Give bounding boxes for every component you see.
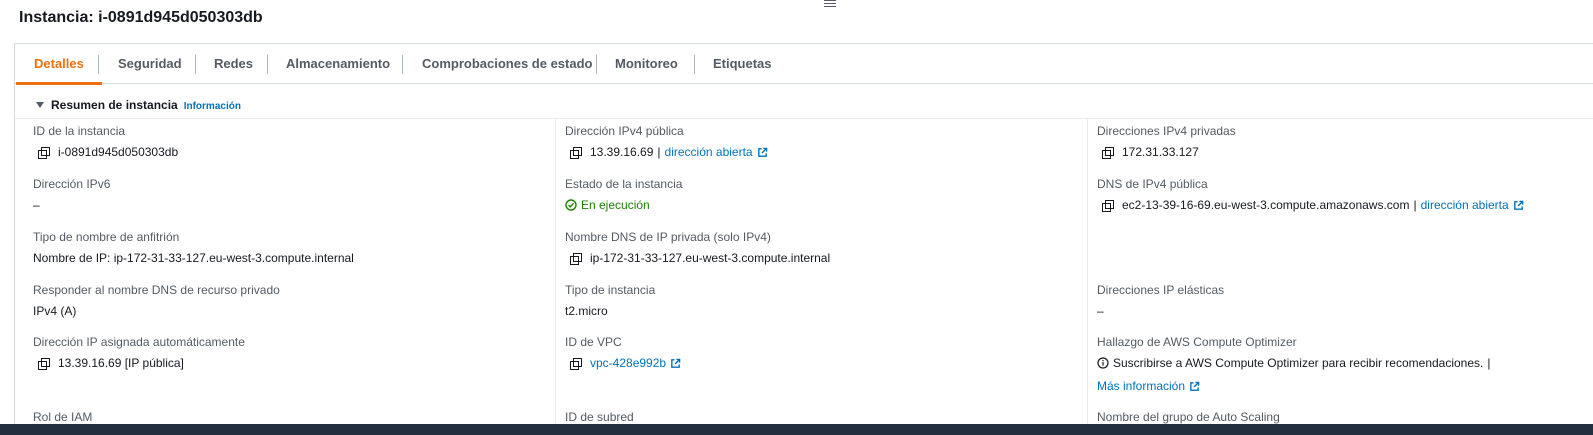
bottom-bar	[0, 424, 1593, 435]
tab-divider	[98, 55, 99, 74]
field-label: Dirección IPv6	[33, 177, 111, 191]
field-label: ID de la instancia	[33, 124, 126, 138]
section-divider	[15, 118, 1593, 119]
field-value: ec2-13-39-16-69.eu-west-3.compute.amazon…	[1097, 198, 1524, 212]
field-label: Tipo de instancia	[565, 283, 656, 297]
field-label: Tipo de nombre de anfitrión	[33, 230, 180, 244]
copy-icon[interactable]	[570, 357, 582, 370]
resource-dns-value: IPv4 (A)	[33, 304, 77, 318]
field-label: Responder al nombre DNS de recurso priva…	[33, 283, 280, 297]
external-link-icon[interactable]	[1189, 381, 1200, 392]
copy-icon[interactable]	[570, 146, 582, 159]
summary-header[interactable]: Resumen de instancia Información	[36, 98, 241, 116]
field-hostname-type: Tipo de nombre de anfitrión Nombre de IP…	[33, 230, 354, 265]
field-ipv6: Dirección IPv6 –	[33, 177, 110, 212]
field-instance-type: Tipo de instancia t2.micro	[565, 283, 655, 318]
field-label: Dirección IP asignada automáticamente	[33, 335, 245, 349]
copy-icon[interactable]	[1102, 146, 1114, 159]
field-label: Nombre del grupo de Auto Scaling	[1097, 410, 1280, 424]
separator: |	[1413, 198, 1417, 212]
field-asg-name: Nombre del grupo de Auto Scaling	[1097, 410, 1280, 424]
field-public-ipv4: Dirección IPv4 pública 13.39.16.69 | dir…	[565, 124, 768, 159]
elastic-ip-value: –	[1097, 304, 1104, 318]
field-public-dns: DNS de IPv4 pública ec2-13-39-16-69.eu-w…	[1097, 177, 1524, 212]
field-value: 172.31.33.127	[1097, 145, 1236, 159]
field-value: En ejecución	[565, 198, 682, 212]
optimizer-message: Suscribirse a AWS Compute Optimizer para…	[1113, 356, 1484, 370]
field-auto-ip: Dirección IP asignada automáticamente 13…	[33, 335, 245, 370]
field-resource-dns: Responder al nombre DNS de recurso priva…	[33, 283, 280, 318]
external-link-icon[interactable]	[670, 358, 681, 369]
open-address-link[interactable]: dirección abierta	[1421, 198, 1509, 212]
tab-almacenamiento[interactable]: Almacenamiento	[268, 44, 408, 84]
field-value: i-0891d945d050303db	[33, 145, 178, 159]
public-dns-value: ec2-13-39-16-69.eu-west-3.compute.amazon…	[1122, 198, 1410, 212]
field-private-ipv4: Direcciones IPv4 privadas 172.31.33.127	[1097, 124, 1236, 159]
field-instance-state: Estado de la instancia En ejecución	[565, 177, 682, 212]
info-icon	[1097, 357, 1109, 369]
tab-comprobaciones-de-estado[interactable]: Comprobaciones de estado	[404, 44, 610, 84]
public-ipv4-value: 13.39.16.69	[590, 145, 654, 159]
field-vpc-id: ID de VPC vpc-428e992b	[565, 335, 681, 370]
tab-redes[interactable]: Redes	[196, 44, 271, 84]
field-value: 13.39.16.69 [IP pública]	[33, 356, 245, 370]
hostname-type-value: Nombre de IP: ip-172-31-33-127.eu-west-3…	[33, 251, 354, 265]
instance-state-value: En ejecución	[581, 198, 650, 212]
external-link-icon[interactable]	[1513, 200, 1524, 211]
field-label: Direcciones IP elásticas	[1097, 283, 1225, 297]
field-iam-role: Rol de IAM	[33, 410, 92, 424]
caret-down-icon[interactable]	[36, 102, 44, 108]
field-instance-id: ID de la instancia i-0891d945d050303db	[33, 124, 178, 159]
vpc-id-link[interactable]: vpc-428e992b	[590, 356, 666, 370]
field-compute-optimizer: Hallazgo de AWS Compute Optimizer Suscri…	[1097, 335, 1491, 393]
field-label: Nombre DNS de IP privada (solo IPv4)	[565, 230, 771, 244]
ipv6-value: –	[33, 198, 40, 212]
instance-type-value: t2.micro	[565, 304, 608, 318]
tab-detalles[interactable]: Detalles	[16, 44, 102, 85]
open-address-link[interactable]: dirección abierta	[665, 145, 753, 159]
field-value: Más información	[1097, 379, 1491, 393]
field-label: ID de subred	[565, 410, 634, 424]
field-value: vpc-428e992b	[565, 356, 681, 370]
field-label: ID de VPC	[565, 335, 622, 349]
tab-seguridad[interactable]: Seguridad	[100, 44, 200, 84]
tab-divider	[402, 55, 403, 74]
field-value: Suscribirse a AWS Compute Optimizer para…	[1097, 356, 1491, 370]
page-title: Instancia: i-0891d945d050303db	[19, 9, 263, 26]
copy-icon[interactable]	[38, 146, 50, 159]
check-circle-icon	[565, 199, 577, 211]
tab-etiquetas[interactable]: Etiquetas	[695, 44, 790, 84]
field-label: Hallazgo de AWS Compute Optimizer	[1097, 335, 1297, 349]
column-divider	[1087, 119, 1088, 435]
field-label: Direcciones IPv4 privadas	[1097, 124, 1236, 138]
tab-monitoreo[interactable]: Monitoreo	[597, 44, 696, 84]
field-label: Rol de IAM	[33, 410, 93, 424]
copy-icon[interactable]	[1102, 199, 1114, 212]
field-label: Estado de la instancia	[565, 177, 683, 191]
copy-icon[interactable]	[570, 252, 582, 265]
field-elastic-ip: Direcciones IP elásticas –	[1097, 283, 1224, 318]
field-label: DNS de IPv4 pública	[1097, 177, 1208, 191]
field-subnet-id: ID de subred	[565, 410, 634, 424]
external-link-icon[interactable]	[757, 147, 768, 158]
auto-ip-value: 13.39.16.69 [IP pública]	[58, 356, 184, 370]
separator: |	[1487, 356, 1491, 370]
separator: |	[657, 145, 661, 159]
tab-bar: Detalles Seguridad Redes Almacenamiento …	[15, 44, 1593, 85]
resize-handle[interactable]	[824, 0, 836, 8]
column-divider	[555, 119, 556, 435]
instance-details-page: Instancia: i-0891d945d050303db Detalles …	[0, 0, 1593, 435]
private-ipv4-value: 172.31.33.127	[1122, 145, 1199, 159]
instance-id-value: i-0891d945d050303db	[58, 145, 179, 159]
details-panel: Detalles Seguridad Redes Almacenamiento …	[14, 43, 1593, 435]
info-link[interactable]: Información	[184, 101, 241, 112]
summary-title: Resumen de instancia	[51, 98, 178, 112]
field-value: 13.39.16.69 | dirección abierta	[565, 145, 768, 159]
field-label: Dirección IPv4 pública	[565, 124, 684, 138]
learn-more-link[interactable]: Más información	[1097, 379, 1185, 393]
copy-icon[interactable]	[38, 357, 50, 370]
private-dns-value: ip-172-31-33-127.eu-west-3.compute.inter…	[590, 251, 831, 265]
field-value: ip-172-31-33-127.eu-west-3.compute.inter…	[565, 251, 830, 265]
field-private-dns: Nombre DNS de IP privada (solo IPv4) ip-…	[565, 230, 830, 265]
